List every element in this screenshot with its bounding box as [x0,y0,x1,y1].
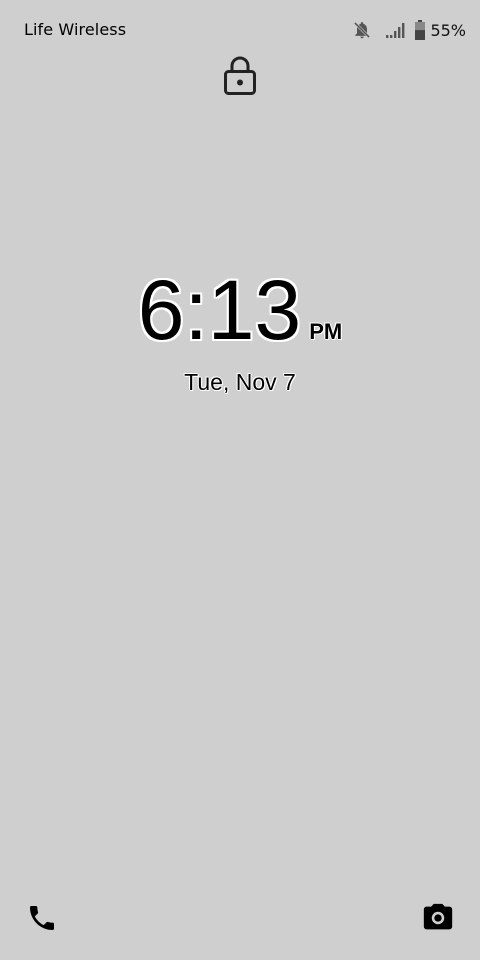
lock-icon [222,54,258,96]
battery-percentage: 55% [430,20,466,40]
signal-icon [386,22,408,38]
status-icons: 55% [352,18,466,42]
camera-icon [423,903,453,930]
bell-off-icon [352,20,372,40]
phone-icon [30,906,54,930]
lock-screen-clock: 6:13 PM [0,262,480,358]
clock-ampm: PM [309,319,343,344]
lock-screen-date: Tue, Nov 7 [184,369,296,395]
clock-time: 6:13 [137,263,302,357]
carrier-name: Life Wireless [24,20,127,39]
status-bar: Life Wireless 55% [0,0,480,60]
camera-shortcut-button[interactable] [418,898,458,938]
battery-icon [414,20,426,40]
phone-shortcut-button[interactable] [22,898,62,938]
